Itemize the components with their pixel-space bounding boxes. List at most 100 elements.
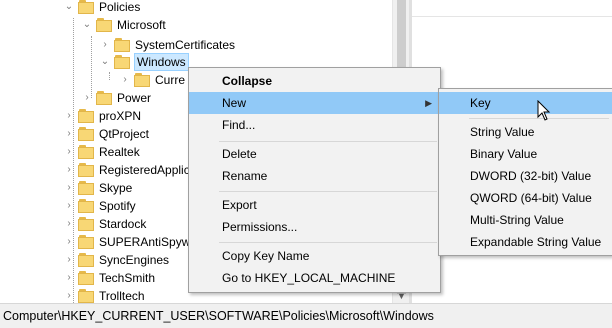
menu-item-export[interactable]: Export: [189, 194, 440, 216]
chevron-down-icon[interactable]: ⌄: [100, 57, 110, 67]
menu-item-copy-key-name[interactable]: Copy Key Name: [189, 245, 440, 267]
chevron-right-icon[interactable]: ›: [64, 147, 74, 157]
folder-icon: [78, 199, 94, 213]
submenu-item-binary-value[interactable]: Binary Value: [439, 143, 612, 165]
menu-item-label: DWORD (32-bit) Value: [470, 169, 592, 183]
address-bar[interactable]: Computer\HKEY_CURRENT_USER\SOFTWARE\Poli…: [0, 303, 612, 328]
tree-item-policies[interactable]: ⌄ Policies: [64, 0, 141, 16]
menu-item-label: Rename: [222, 169, 268, 183]
submenu-item-key[interactable]: Key: [439, 92, 612, 114]
menu-item-delete[interactable]: Delete: [189, 143, 440, 165]
folder-icon: [78, 127, 94, 141]
submenu-item-multi-string-value[interactable]: Multi-String Value: [439, 209, 612, 231]
submenu-item-expandable-string-value[interactable]: Expandable String Value: [439, 231, 612, 253]
mouse-cursor-icon: [537, 100, 551, 121]
tree-guide-line: [109, 72, 110, 80]
menu-separator: [219, 191, 437, 192]
menu-item-label: Copy Key Name: [222, 249, 310, 263]
chevron-right-icon[interactable]: ›: [64, 165, 74, 175]
submenu-item-string-value[interactable]: String Value: [439, 121, 612, 143]
chevron-right-icon[interactable]: ›: [82, 93, 92, 103]
tree-item-label: SystemCertificates: [135, 38, 236, 52]
folder-icon: [114, 38, 130, 52]
chevron-down-icon[interactable]: ⌄: [64, 2, 74, 12]
tree-item-label: Realtek: [99, 145, 140, 159]
tree-item-label: SyncEngines: [99, 253, 170, 267]
tree-item-microsoft[interactable]: ⌄ Microsoft: [82, 16, 167, 34]
tree-item-label: Power: [117, 91, 152, 105]
menu-item-goto-hklm[interactable]: Go to HKEY_LOCAL_MACHINE: [189, 267, 440, 289]
chevron-right-icon[interactable]: ›: [100, 40, 110, 50]
menu-item-permissions[interactable]: Permissions...: [189, 216, 440, 238]
tree-item-skype[interactable]: › Skype: [64, 179, 133, 197]
tree-item-label: Trolltech: [99, 289, 145, 303]
chevron-right-icon[interactable]: ›: [64, 201, 74, 211]
folder-icon: [78, 271, 94, 285]
menu-item-label: Collapse: [222, 74, 273, 88]
tree-item-qtproject[interactable]: › QtProject: [64, 125, 150, 143]
menu-item-find[interactable]: Find...: [189, 114, 440, 136]
menu-item-new[interactable]: New ▶: [189, 92, 440, 114]
menu-item-rename[interactable]: Rename: [189, 165, 440, 187]
folder-icon: [78, 253, 94, 267]
tree-item-label: Windows: [134, 53, 189, 71]
menu-item-label: Go to HKEY_LOCAL_MACHINE: [222, 271, 396, 285]
menu-item-label: Expandable String Value: [470, 235, 602, 249]
tree-item-techsmith[interactable]: › TechSmith: [64, 269, 156, 287]
tree-item-superantispyware[interactable]: › SUPERAntiSpywa: [64, 233, 198, 251]
tree-item-realtek[interactable]: › Realtek: [64, 143, 141, 161]
context-menu: Collapse New ▶ Find... Delete Rename Exp…: [188, 67, 441, 293]
folder-icon: [78, 163, 94, 177]
chevron-down-icon[interactable]: ⌄: [82, 20, 92, 30]
folder-icon: [96, 91, 112, 105]
chevron-right-icon[interactable]: ›: [64, 129, 74, 139]
folder-icon: [78, 145, 94, 159]
tree-item-spotify[interactable]: › Spotify: [64, 197, 137, 215]
tree-item-syncengines[interactable]: › SyncEngines: [64, 251, 170, 269]
menu-item-label: Find...: [222, 118, 256, 132]
tree-item-label: QtProject: [99, 127, 150, 141]
submenu-item-dword-value[interactable]: DWORD (32-bit) Value: [439, 165, 612, 187]
submenu-arrow-icon: ▶: [425, 97, 432, 108]
registry-path: Computer\HKEY_CURRENT_USER\SOFTWARE\Poli…: [3, 309, 434, 323]
chevron-right-icon[interactable]: ›: [64, 183, 74, 193]
chevron-right-icon[interactable]: ›: [64, 273, 74, 283]
new-submenu: Key String Value Binary Value DWORD (32-…: [438, 88, 612, 256]
menu-separator: [219, 141, 437, 142]
menu-item-label: Export: [222, 198, 257, 212]
menu-item-label: Multi-String Value: [470, 213, 564, 227]
tree-item-curre[interactable]: › Curre: [120, 71, 186, 89]
tree-item-proxpn[interactable]: › proXPN: [64, 107, 142, 125]
tree-item-label: Stardock: [99, 217, 147, 231]
folder-icon: [78, 235, 94, 249]
chevron-right-icon[interactable]: ›: [64, 111, 74, 121]
chevron-right-icon[interactable]: ›: [120, 75, 130, 85]
chevron-right-icon[interactable]: ›: [64, 219, 74, 229]
tree-item-power[interactable]: › Power: [82, 89, 152, 107]
folder-icon: [78, 289, 94, 303]
tree-item-label: proXPN: [99, 109, 142, 123]
tree-item-stardock[interactable]: › Stardock: [64, 215, 147, 233]
submenu-item-qword-value[interactable]: QWORD (64-bit) Value: [439, 187, 612, 209]
menu-item-label: Delete: [222, 147, 257, 161]
tree-item-label: Skype: [99, 181, 133, 195]
folder-icon: [78, 181, 94, 195]
tree-item-label: Spotify: [99, 199, 136, 213]
tree-item-label: Policies: [99, 0, 141, 14]
tree-item-label: TechSmith: [99, 271, 156, 285]
menu-item-label: Binary Value: [470, 147, 538, 161]
folder-icon: [78, 109, 94, 123]
tree-item-windows[interactable]: ⌄ Windows: [100, 53, 189, 71]
chevron-right-icon[interactable]: ›: [64, 255, 74, 265]
folder-icon: [78, 217, 94, 231]
menu-item-label: QWORD (64-bit) Value: [470, 191, 592, 205]
menu-item-label: New: [222, 96, 247, 110]
tree-item-trolltech[interactable]: › Trolltech: [64, 287, 146, 303]
menu-item-collapse[interactable]: Collapse: [189, 70, 440, 92]
tree-item-registeredapplic[interactable]: › RegisteredApplic: [64, 161, 191, 179]
tree-item-label: SUPERAntiSpywa: [99, 235, 198, 249]
menu-item-label: Permissions...: [222, 220, 298, 234]
chevron-right-icon[interactable]: ›: [64, 291, 74, 301]
chevron-right-icon[interactable]: ›: [64, 237, 74, 247]
tree-item-systemcertificates[interactable]: › SystemCertificates: [100, 36, 236, 54]
